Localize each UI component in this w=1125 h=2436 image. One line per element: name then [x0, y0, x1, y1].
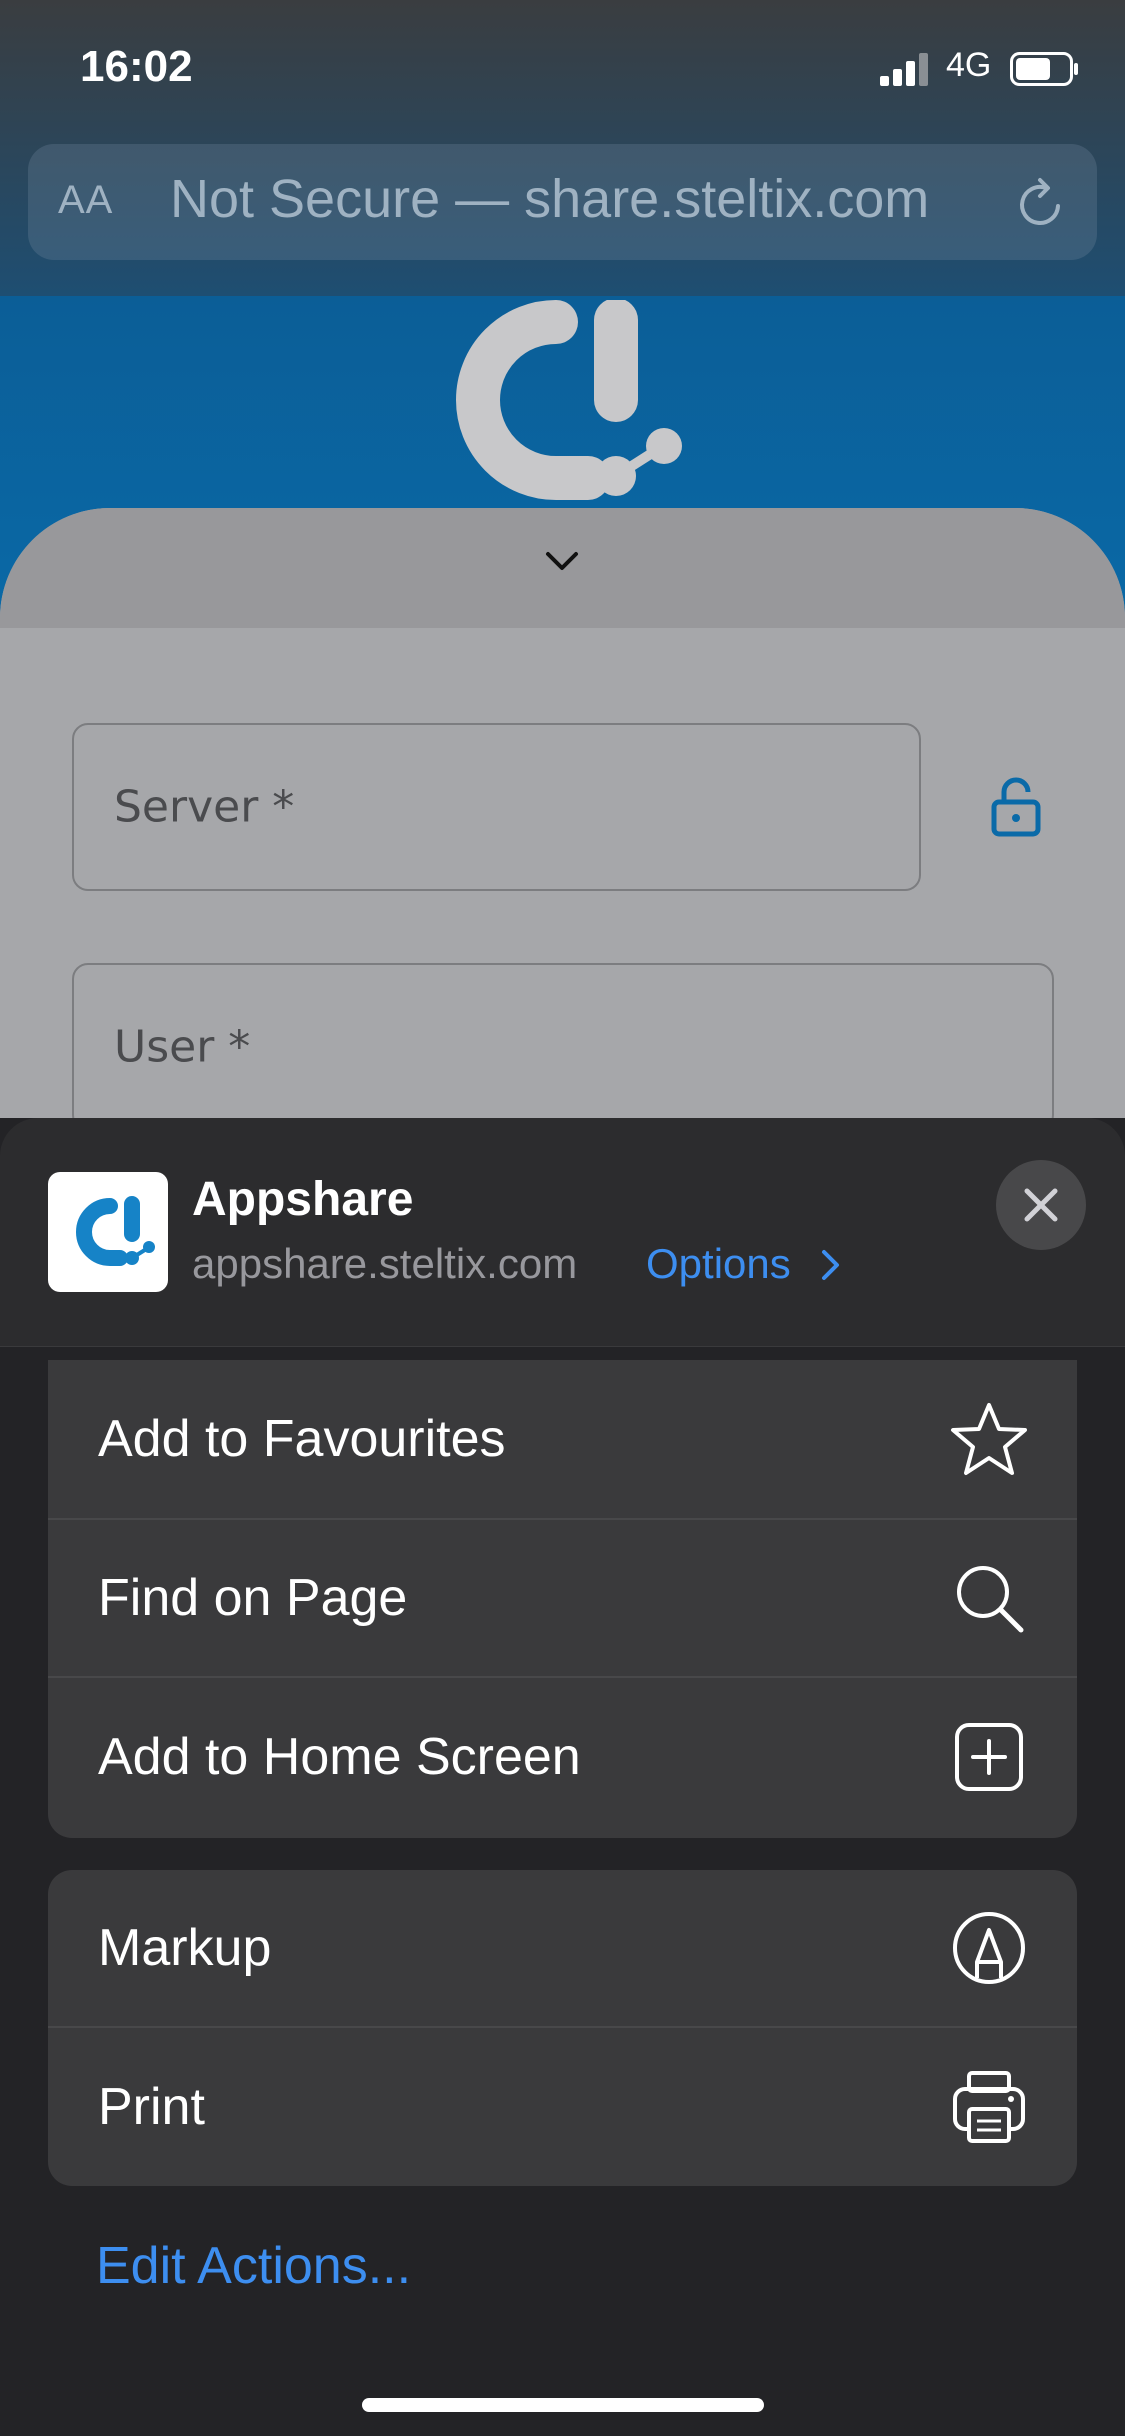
action-print[interactable]: Print [48, 2028, 1077, 2186]
search-icon [957, 1566, 1024, 1633]
battery-icon [1010, 52, 1078, 86]
appshare-logo [456, 300, 682, 500]
close-button[interactable] [996, 1160, 1086, 1250]
user-placeholder: User * [114, 1021, 251, 1073]
url-text[interactable]: Not Secure — share.steltix.com [170, 168, 929, 230]
options-button[interactable]: Options [646, 1240, 842, 1288]
unlock-icon[interactable] [990, 776, 1042, 838]
reload-icon[interactable] [1012, 176, 1068, 232]
action-label: Find on Page [98, 1569, 408, 1627]
actions-group-1: Add to Favourites Find on Page Add to Ho… [48, 1360, 1077, 1838]
app-name: Appshare [192, 1173, 414, 1226]
action-label: Markup [98, 1919, 272, 1977]
text-size-button[interactable]: AA [58, 178, 113, 223]
action-find-on-page[interactable]: Find on Page [48, 1520, 1077, 1678]
edit-actions-link[interactable]: Edit Actions... [96, 2236, 411, 2296]
star-icon [951, 1403, 1027, 1475]
server-placeholder: Server * [114, 781, 295, 833]
action-add-to-favourites[interactable]: Add to Favourites [48, 1360, 1077, 1520]
printer-icon [953, 2071, 1025, 2143]
action-add-to-home-screen[interactable]: Add to Home Screen [48, 1678, 1077, 1836]
app-url: appshare.steltix.com [192, 1240, 578, 1287]
home-indicator[interactable] [362, 2398, 764, 2412]
plus-square-icon [955, 1723, 1023, 1791]
app-icon [48, 1172, 168, 1292]
network-type: 4G [946, 46, 992, 84]
actions-group-2: Markup Print [48, 1870, 1077, 2186]
action-label: Print [98, 2078, 205, 2136]
share-sheet-header [0, 1118, 1125, 1347]
markup-pen-icon [953, 1912, 1025, 1984]
signal-icon [880, 53, 928, 86]
chevron-right-icon [822, 1250, 840, 1280]
appshare-logo-small [76, 1196, 155, 1266]
action-markup[interactable]: Markup [48, 1870, 1077, 2028]
close-icon [1024, 1188, 1058, 1222]
options-label: Options [646, 1240, 791, 1287]
server-input[interactable]: Server * [72, 723, 921, 891]
chevron-down-icon[interactable] [544, 548, 580, 574]
action-label: Add to Home Screen [98, 1728, 581, 1786]
status-time: 16:02 [80, 42, 193, 91]
user-input[interactable]: User * [72, 963, 1054, 1131]
action-label: Add to Favourites [98, 1410, 506, 1468]
